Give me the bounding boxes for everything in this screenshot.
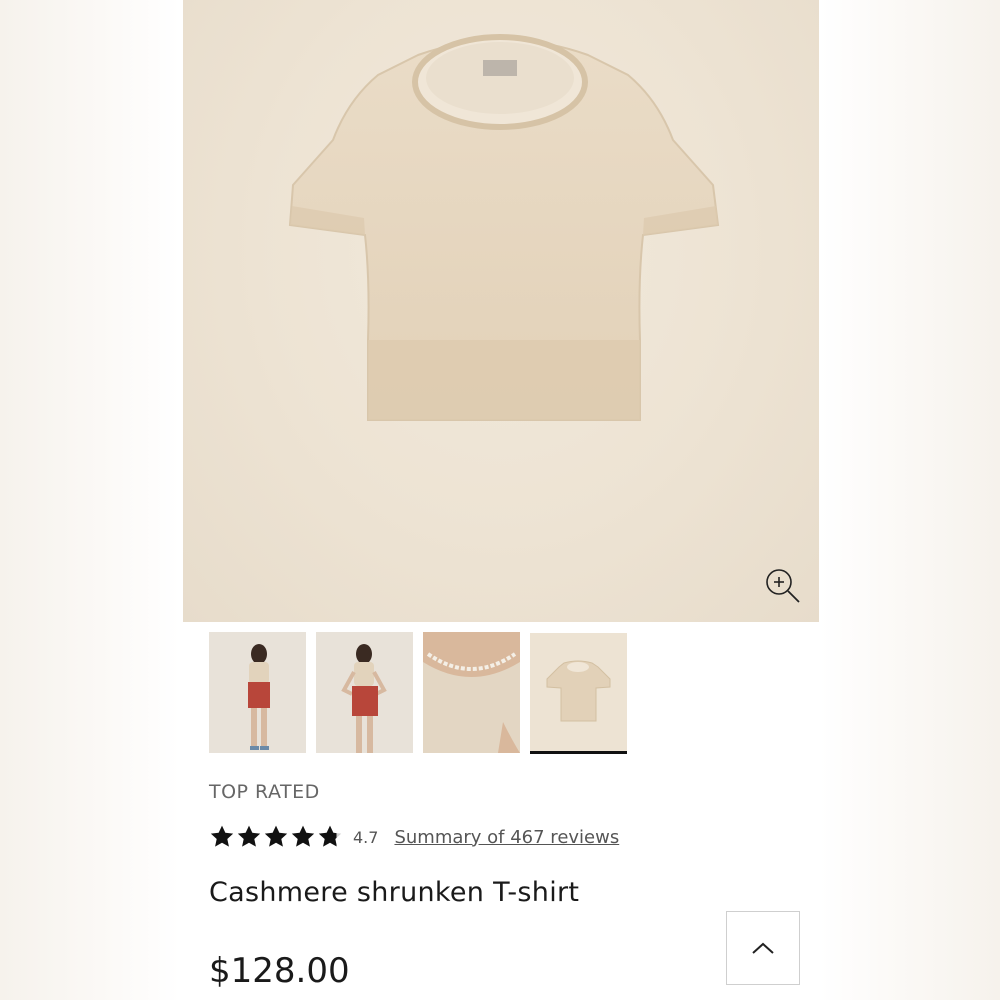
rating-value: 4.7	[353, 827, 379, 847]
sweater-image	[288, 34, 720, 421]
product-page: TOP RATED 4.7 Summary of 467 reviews Cas…	[183, 0, 819, 1000]
reviews-summary-link[interactable]: Summary of 467 reviews	[394, 827, 619, 848]
star-icon	[264, 825, 288, 847]
chevron-up-icon	[752, 942, 774, 954]
star-icon-partial	[318, 825, 342, 847]
product-title: Cashmere shrunken T-shirt	[209, 877, 580, 908]
rating-row: 4.7 Summary of 467 reviews	[209, 822, 619, 852]
product-price: $128.00	[209, 951, 350, 991]
top-rated-badge: TOP RATED	[209, 781, 320, 803]
thumbnail-model-hands-on-hips[interactable]	[316, 632, 413, 753]
thumbnail-neckline-closeup[interactable]	[423, 632, 520, 753]
back-to-top-button[interactable]	[726, 911, 800, 985]
star-rating	[209, 824, 343, 850]
star-icon	[237, 825, 261, 847]
thumbnail-flat-lay[interactable]	[530, 632, 627, 754]
star-icon	[210, 825, 234, 847]
zoom-in-icon	[766, 569, 800, 603]
product-main-image[interactable]	[183, 0, 819, 622]
zoom-button[interactable]	[763, 566, 803, 606]
thumbnail-model-front[interactable]	[209, 632, 306, 753]
star-icon	[291, 825, 315, 847]
